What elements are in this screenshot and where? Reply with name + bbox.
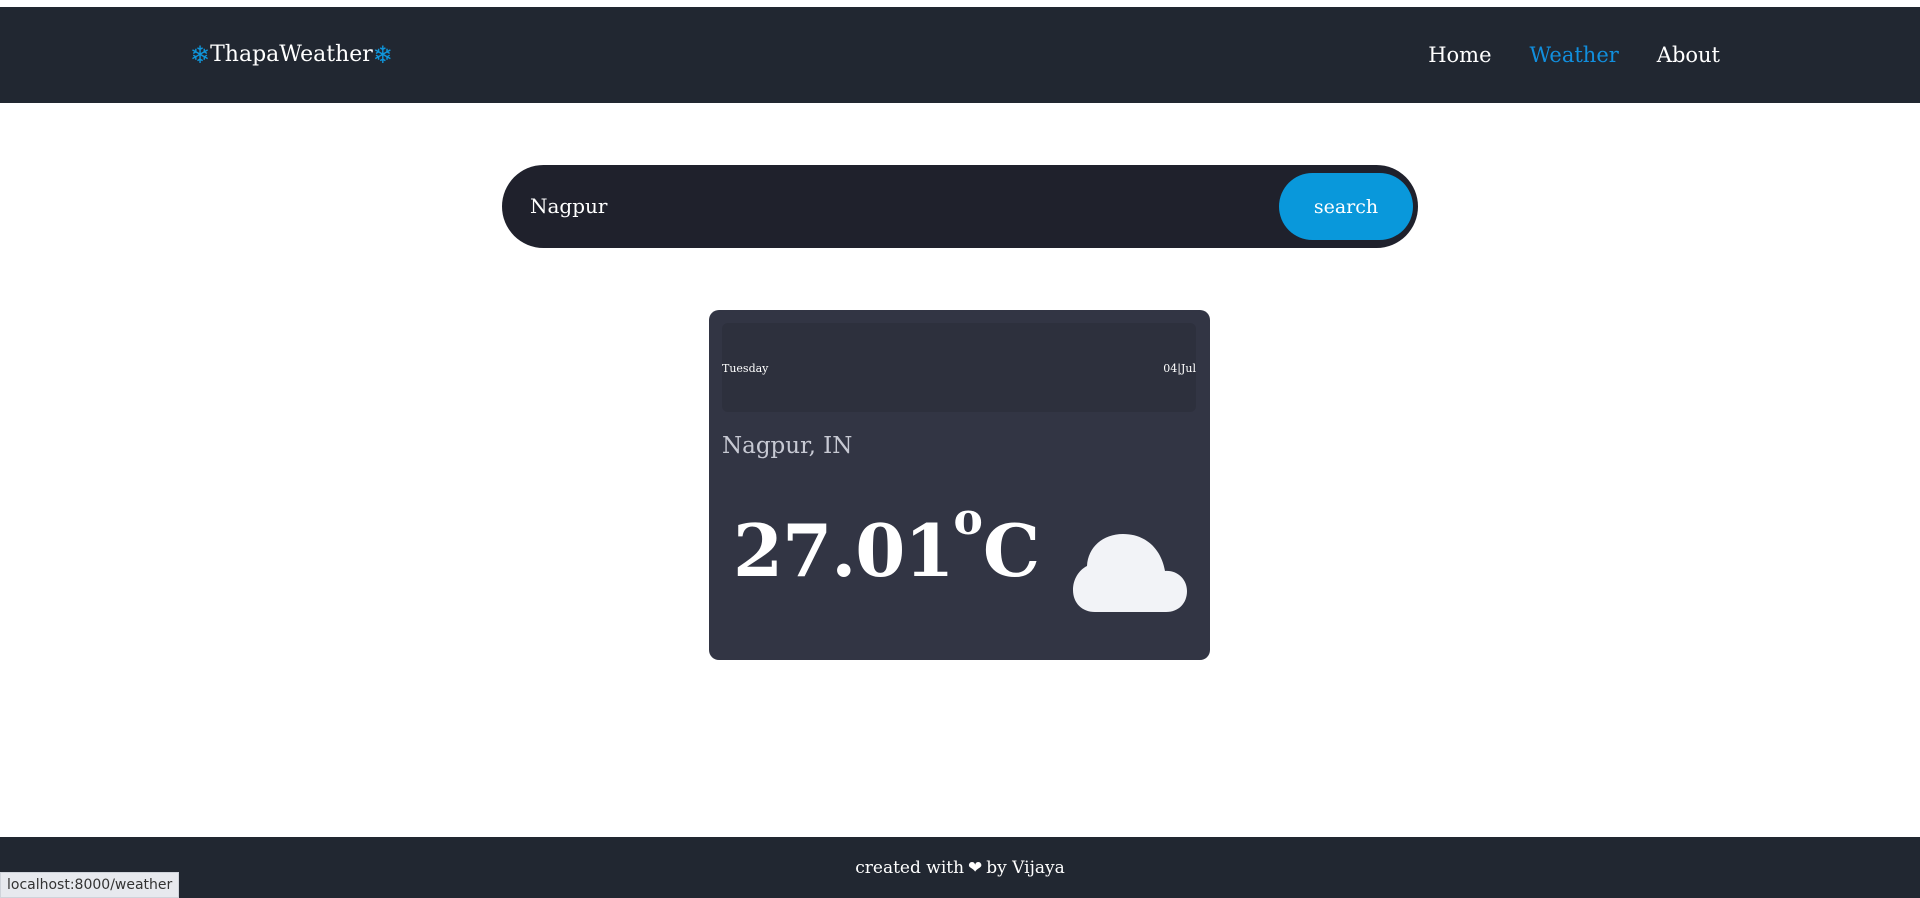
temperature-value: 27.01 (733, 508, 954, 593)
degree-symbol: o (953, 494, 983, 545)
temperature-unit: C (982, 508, 1041, 593)
footer-prefix: created with (855, 857, 965, 878)
navbar: ❄ ThapaWeather ❄ Home Weather About (0, 7, 1920, 103)
city-search-input[interactable] (528, 181, 1248, 231)
weather-card-header: Tuesday 04|Jul (722, 323, 1196, 412)
snowflake-icon: ❄ (372, 41, 393, 69)
temperature-display: 27.01 o C (733, 498, 1041, 594)
heart-icon: ❤ (968, 857, 983, 878)
snowflake-icon: ❄ (190, 41, 211, 69)
status-url-tooltip: localhost:8000/weather (0, 872, 180, 898)
footer-suffix: by Vijaya (986, 857, 1065, 878)
search-form: search (502, 165, 1418, 248)
brand-name: ThapaWeather (210, 42, 373, 67)
nav-about-link[interactable]: About (1657, 39, 1720, 71)
footer: created with ❤ by Vijaya (0, 837, 1920, 898)
cloud-icon (1073, 534, 1187, 612)
main-nav: Home Weather About (1428, 39, 1720, 71)
brand-logo[interactable]: ❄ ThapaWeather ❄ (190, 39, 393, 71)
weather-card: Tuesday 04|Jul Nagpur, IN 27.01 o C (709, 310, 1210, 660)
weather-location: Nagpur, IN (722, 433, 853, 459)
top-strip (0, 0, 1920, 7)
nav-weather-link[interactable]: Weather (1530, 39, 1619, 71)
weather-date: 04|Jul (1163, 362, 1196, 375)
weather-day: Tuesday (722, 362, 769, 375)
nav-home-link[interactable]: Home (1428, 39, 1491, 71)
search-button[interactable]: search (1279, 173, 1413, 240)
